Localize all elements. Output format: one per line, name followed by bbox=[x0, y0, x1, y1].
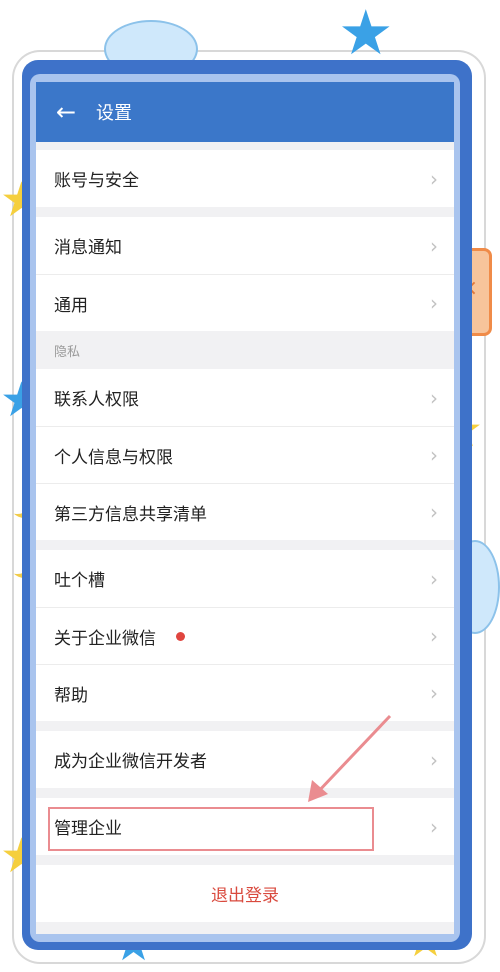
title-bar: ← 设置 bbox=[36, 82, 454, 142]
back-arrow-icon[interactable]: ← bbox=[36, 82, 96, 142]
menu-item-manage-enterprise[interactable]: 管理企业 › bbox=[36, 798, 454, 855]
menu-item-label: 账号与安全 bbox=[54, 171, 139, 191]
menu-item-label: 管理企业 bbox=[54, 819, 122, 839]
menu-item-label: 成为企业微信开发者 bbox=[54, 752, 207, 772]
chevron-right-icon: › bbox=[430, 500, 438, 524]
menu-item-label: 个人信息与权限 bbox=[54, 447, 173, 468]
menu-item-label: 消息通知 bbox=[54, 238, 122, 258]
menu-item-contact-permissions[interactable]: 联系人权限 › bbox=[36, 369, 454, 426]
menu-item-notifications[interactable]: 消息通知 › bbox=[36, 217, 454, 274]
menu-item-personal-info-permissions[interactable]: 个人信息与权限 › bbox=[36, 426, 454, 483]
menu-item-label-wrap: 关于企业微信 bbox=[54, 624, 430, 649]
menu-item-general[interactable]: 通用 › bbox=[36, 274, 454, 331]
menu-item-about[interactable]: 关于企业微信 › bbox=[36, 607, 454, 664]
chevron-right-icon: › bbox=[430, 814, 438, 839]
menu-item-feedback[interactable]: 吐个槽 › bbox=[36, 550, 454, 607]
settings-screen: ← 设置 账号与安全 › 消息通知 › 通用 › 隐私 联系人权限 › 个人信息… bbox=[36, 82, 454, 934]
menu-item-label: 吐个槽 bbox=[54, 571, 105, 591]
menu-item-label: 第三方信息共享清单 bbox=[54, 504, 207, 525]
menu-item-label: 帮助 bbox=[54, 685, 88, 706]
section-label-privacy: 隐私 bbox=[54, 344, 81, 360]
menu-item-account-security[interactable]: 账号与安全 › bbox=[36, 150, 454, 207]
chevron-right-icon: › bbox=[430, 681, 438, 705]
page-title: 设置 bbox=[96, 103, 132, 124]
chevron-right-icon: › bbox=[430, 385, 438, 410]
chevron-right-icon: › bbox=[430, 166, 438, 191]
menu-item-help[interactable]: 帮助 › bbox=[36, 664, 454, 721]
menu-item-third-party-sharing[interactable]: 第三方信息共享清单 › bbox=[36, 483, 454, 540]
menu-item-label: 通用 bbox=[54, 295, 88, 316]
chevron-right-icon: › bbox=[430, 291, 438, 315]
menu-item-label: 联系人权限 bbox=[54, 390, 139, 410]
star-decoration-icon: ★ bbox=[338, 0, 394, 69]
chevron-right-icon: › bbox=[430, 566, 438, 591]
chevron-right-icon: › bbox=[430, 747, 438, 772]
chevron-right-icon: › bbox=[430, 624, 438, 648]
menu-item-label: 关于企业微信 bbox=[54, 628, 156, 649]
logout-button[interactable]: 退出登录 bbox=[36, 865, 454, 922]
chevron-right-icon: › bbox=[430, 233, 438, 258]
notification-dot-icon bbox=[176, 631, 185, 641]
menu-item-become-developer[interactable]: 成为企业微信开发者 › bbox=[36, 731, 454, 788]
chevron-right-icon: › bbox=[430, 443, 438, 467]
